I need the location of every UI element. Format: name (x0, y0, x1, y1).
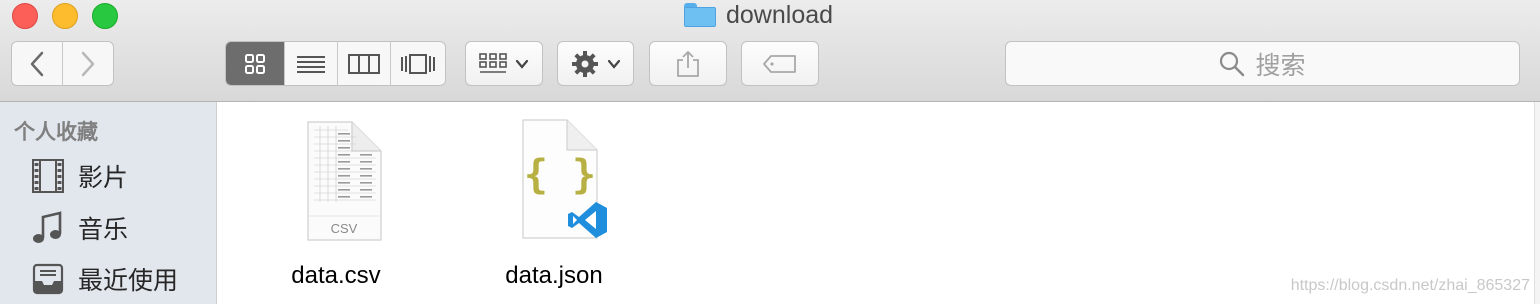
zoom-window-button[interactable] (92, 3, 118, 29)
chevron-down-icon (515, 59, 529, 69)
chevron-right-icon (81, 51, 94, 76)
recents-tray-icon (30, 261, 66, 297)
watermark: https://blog.csdn.net/zhai_865327 (1290, 277, 1530, 294)
json-brace-glyph: { } (524, 152, 596, 198)
list-view-icon (297, 55, 325, 73)
cover-flow-view-button[interactable] (391, 42, 445, 85)
arrange-grid-icon (479, 52, 507, 73)
sidebar-item-movies[interactable]: 影片 (30, 156, 128, 196)
share-button[interactable] (649, 41, 727, 86)
close-window-button[interactable] (12, 3, 38, 29)
icon-view-button[interactable] (226, 42, 285, 85)
cover-flow-icon (401, 53, 435, 74)
tag-button[interactable] (741, 41, 819, 86)
back-button[interactable] (12, 42, 63, 85)
sidebar-item-music[interactable]: 音乐 (30, 208, 128, 248)
sidebar-item-label: 最近使用 (78, 267, 179, 295)
gear-icon (571, 50, 598, 77)
forward-button[interactable] (63, 42, 114, 85)
file-item-json[interactable]: { } data.json (484, 116, 624, 289)
sidebar-item-label: 影片 (78, 164, 129, 192)
search-field[interactable]: 搜索 (1005, 41, 1520, 86)
list-view-button[interactable] (285, 42, 338, 85)
sidebar-item-label: 音乐 (78, 216, 129, 244)
view-mode-control (225, 41, 446, 86)
navigation-buttons (11, 41, 114, 86)
column-view-button[interactable] (338, 42, 391, 85)
tag-icon (763, 54, 796, 73)
chevron-down-icon (607, 59, 620, 69)
csv-file-icon: CSV (307, 121, 382, 241)
icon-view-icon (245, 53, 265, 74)
arrange-button[interactable] (465, 41, 543, 86)
chevron-left-icon (30, 51, 43, 76)
file-name: data.csv (291, 262, 381, 289)
minimize-window-button[interactable] (52, 3, 78, 29)
music-note-icon (30, 210, 66, 246)
share-icon (677, 50, 699, 77)
file-item-csv[interactable]: CSV data.csv (266, 116, 406, 289)
sidebar-item-recents[interactable]: 最近使用 (30, 259, 178, 299)
film-icon (30, 158, 66, 194)
window-toolbar: download 搜索 (0, 0, 1540, 102)
window-title-text: download (726, 0, 834, 29)
json-file-icon: { } (522, 119, 607, 239)
file-name: data.json (505, 262, 603, 289)
scrollbar[interactable] (1534, 102, 1540, 304)
action-button[interactable] (557, 41, 634, 86)
column-view-icon (348, 53, 380, 74)
sidebar: 个人收藏 影片 音乐 最近使用 (0, 102, 217, 304)
csv-type-label: CSV (331, 221, 358, 236)
folder-icon (684, 3, 716, 27)
search-icon (1220, 51, 1245, 76)
window-title: download (684, 0, 833, 30)
search-placeholder: 搜索 (1255, 51, 1306, 80)
sidebar-heading-favorites: 个人收藏 (14, 121, 98, 144)
